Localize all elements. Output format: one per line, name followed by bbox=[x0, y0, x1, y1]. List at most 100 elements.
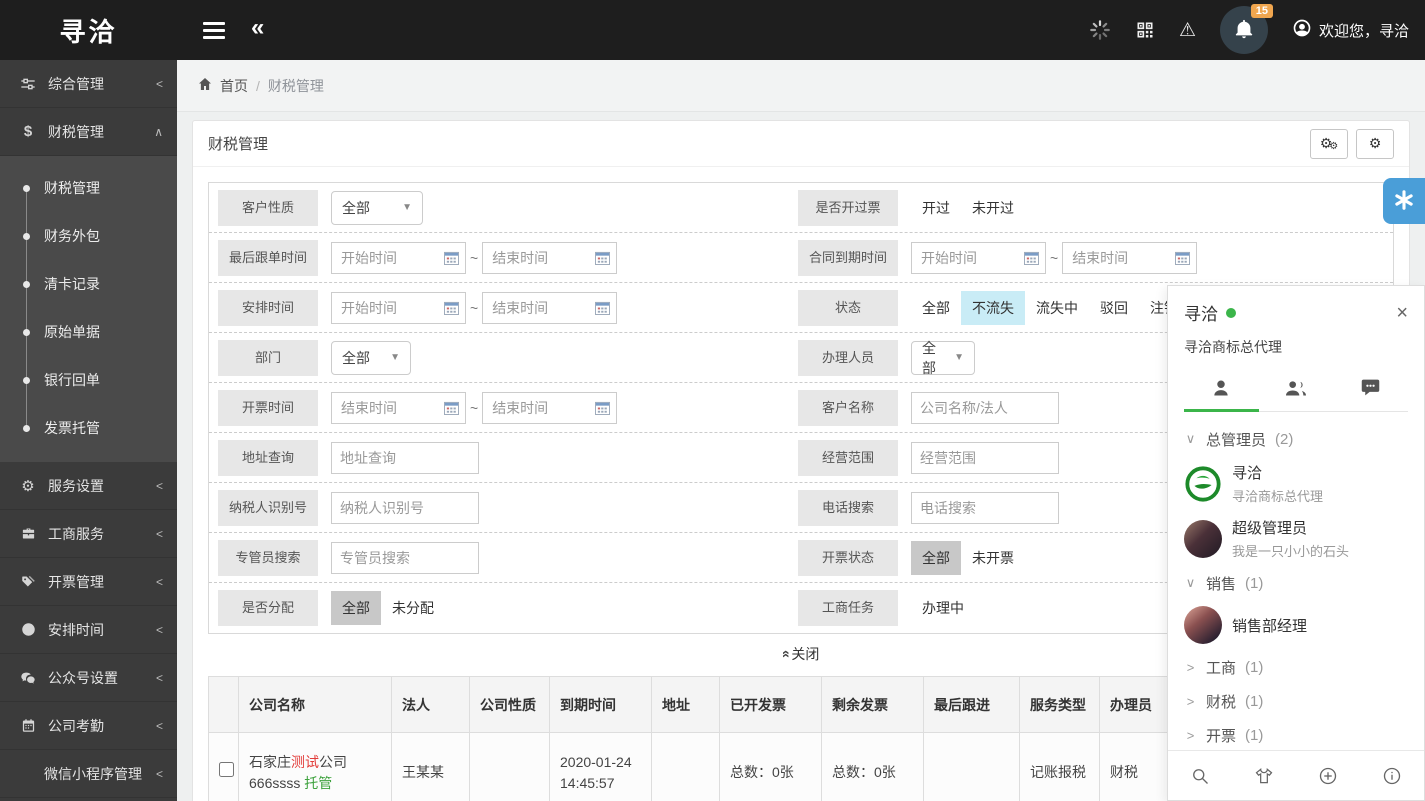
department-select[interactable]: 全部▼ bbox=[331, 341, 411, 375]
toggle-task-in-progress[interactable]: 办理中 bbox=[911, 591, 975, 625]
toggle-invoice-status-none[interactable]: 未开票 bbox=[961, 541, 1025, 575]
toggle-status-rejected[interactable]: 驳回 bbox=[1089, 291, 1139, 325]
row-checkbox[interactable] bbox=[219, 762, 234, 777]
user-menu[interactable]: 欢迎您，寻洽 bbox=[1292, 18, 1409, 42]
toggle-status-losing[interactable]: 流失中 bbox=[1025, 291, 1089, 325]
tab-groups[interactable] bbox=[1259, 367, 1334, 411]
search-icon[interactable] bbox=[1190, 766, 1210, 786]
taxpayer-id-input[interactable] bbox=[331, 492, 479, 524]
address-search-input[interactable] bbox=[331, 442, 479, 474]
avatar bbox=[1184, 465, 1222, 503]
header-remaining: 剩余发票 bbox=[822, 677, 924, 733]
calendar-mini-icon bbox=[595, 301, 610, 315]
header-company-nature: 公司性质 bbox=[470, 677, 550, 733]
cell-company-name[interactable]: 石家庄测试公司 666ssss 托管 bbox=[239, 733, 392, 801]
submenu-item-bank-receipts[interactable]: 银行回单 bbox=[0, 356, 177, 404]
cell-company-nature bbox=[470, 733, 550, 801]
group-business[interactable]: > 工商 (1) bbox=[1184, 650, 1408, 684]
filter-label-contract-expiry: 合同到期时间 bbox=[798, 240, 898, 276]
sidebar-item-general[interactable]: 综合管理 < bbox=[0, 60, 177, 108]
sidebar-item-attendance[interactable]: 公司考勤 < bbox=[0, 702, 177, 750]
toggle-assigned-all[interactable]: 全部 bbox=[331, 591, 381, 625]
sidebar-item-label: 安排时间 bbox=[48, 620, 104, 640]
sidebar-item-business-services[interactable]: 工商服务 < bbox=[0, 510, 177, 558]
filter-label-invoice-time: 开票时间 bbox=[218, 390, 318, 426]
submenu-item-invoice-custody[interactable]: 发票托管 bbox=[0, 404, 177, 452]
toggle-status-all[interactable]: 全部 bbox=[911, 291, 961, 325]
alert-icon[interactable]: ⚠ bbox=[1179, 21, 1196, 40]
app-logo[interactable]: 寻洽 bbox=[0, 12, 177, 49]
chevron-up-icon: ∧ bbox=[154, 125, 163, 139]
sidebar-item-official-account[interactable]: 公众号设置 < bbox=[0, 654, 177, 702]
collapse-sidebar-icon[interactable]: « bbox=[251, 16, 264, 40]
customer-nature-select[interactable]: 全部▼ bbox=[331, 191, 423, 225]
sidebar-item-miniprogram[interactable]: 微信小程序管理 < bbox=[0, 750, 177, 798]
notifications-button[interactable]: 15 bbox=[1220, 6, 1268, 54]
chat-dots-icon bbox=[1360, 377, 1381, 401]
contract-expiry-end-date[interactable] bbox=[1062, 242, 1197, 274]
last-follow-start-date[interactable] bbox=[331, 242, 466, 274]
close-icon[interactable]: × bbox=[1396, 303, 1408, 323]
submenu-item-outsourcing[interactable]: 财务外包 bbox=[0, 212, 177, 260]
filter-label-customer-name: 客户名称 bbox=[798, 390, 898, 426]
cell-handler: 财税 bbox=[1100, 733, 1175, 801]
spinner-icon[interactable] bbox=[1089, 19, 1111, 41]
plus-circle-icon[interactable] bbox=[1318, 766, 1338, 786]
invoice-start-date[interactable] bbox=[331, 392, 466, 424]
supervisor-search-input[interactable] bbox=[331, 542, 479, 574]
calendar-icon bbox=[18, 718, 38, 733]
calendar-mini-icon bbox=[1175, 251, 1190, 265]
phone-search-input[interactable] bbox=[911, 492, 1059, 524]
contract-expiry-start-date[interactable] bbox=[911, 242, 1046, 274]
settings-button[interactable]: ⚙ bbox=[1356, 129, 1394, 159]
cogs-button[interactable]: ⚙⚙ bbox=[1310, 129, 1348, 159]
group-admins[interactable]: ∨ 总管理员 (2) bbox=[1184, 422, 1408, 456]
filter-row-2: 最后跟单时间 ~ 合同到期时间 ~ bbox=[209, 233, 1393, 283]
submenu-item-card-records[interactable]: 清卡记录 bbox=[0, 260, 177, 308]
sidebar-item-invoicing[interactable]: 开票管理 < bbox=[0, 558, 177, 606]
schedule-start-date[interactable] bbox=[331, 292, 466, 324]
calendar-mini-icon bbox=[444, 401, 459, 415]
group-finance[interactable]: > 财税 (1) bbox=[1184, 684, 1408, 718]
caret-down-icon: ▼ bbox=[390, 352, 400, 363]
toggle-invoiced-no[interactable]: 未开过 bbox=[961, 191, 1025, 225]
last-follow-end-date[interactable] bbox=[482, 242, 617, 274]
asterisk-icon bbox=[1393, 189, 1415, 214]
filter-label-invoice-status: 开票状态 bbox=[798, 540, 898, 576]
sidebar-item-label: 微信小程序管理 bbox=[44, 764, 142, 784]
business-scope-input[interactable] bbox=[911, 442, 1059, 474]
sidebar: 综合管理 < $ 财税管理 ∧ 财税管理 财务外包 清卡记录 原始单据 银行回单… bbox=[0, 60, 177, 801]
filter-label-handler-staff: 办理人员 bbox=[798, 340, 898, 376]
header-legal-person: 法人 bbox=[392, 677, 470, 733]
filter-label-business-task: 工商任务 bbox=[798, 590, 898, 626]
group-sales[interactable]: ∨ 销售 (1) bbox=[1184, 566, 1408, 600]
info-circle-icon[interactable] bbox=[1382, 766, 1402, 786]
shirt-icon[interactable] bbox=[1254, 766, 1274, 786]
sidebar-item-schedule[interactable]: 安排时间 < bbox=[0, 606, 177, 654]
hamburger-menu-icon[interactable] bbox=[203, 22, 225, 39]
tab-contacts[interactable] bbox=[1184, 367, 1259, 411]
chat-panel: 寻洽 × 寻洽商标总代理 ∨ 总管理员 (2) bbox=[1167, 285, 1425, 801]
tab-messages[interactable] bbox=[1333, 367, 1408, 411]
member-super-admin[interactable]: 超级管理员 我是一只小小的石头 bbox=[1184, 511, 1408, 566]
member-xunqia[interactable]: 寻洽 寻洽商标总代理 bbox=[1184, 456, 1408, 511]
breadcrumb-separator: / bbox=[256, 78, 260, 94]
sidebar-item-finance-tax[interactable]: $ 财税管理 ∧ bbox=[0, 108, 177, 156]
member-sales-manager[interactable]: 销售部经理 bbox=[1184, 600, 1408, 650]
toggle-invoice-status-all[interactable]: 全部 bbox=[911, 541, 961, 575]
toggle-status-not-lost[interactable]: 不流失 bbox=[961, 291, 1025, 325]
handler-staff-select[interactable]: 全部▼ bbox=[911, 341, 975, 375]
submenu-item-finance-tax[interactable]: 财税管理 bbox=[0, 164, 177, 212]
cell-remaining: 总数：0张 bbox=[822, 733, 924, 801]
customer-name-input[interactable] bbox=[911, 392, 1059, 424]
toggle-invoiced-yes[interactable]: 开过 bbox=[911, 191, 961, 225]
submenu-item-original-docs[interactable]: 原始单据 bbox=[0, 308, 177, 356]
toggle-assigned-none[interactable]: 未分配 bbox=[381, 591, 445, 625]
breadcrumb-home[interactable]: 首页 bbox=[197, 76, 248, 96]
qr-code-icon[interactable] bbox=[1135, 20, 1155, 40]
invoice-end-date[interactable] bbox=[482, 392, 617, 424]
sidebar-item-service-settings[interactable]: ⚙ 服务设置 < bbox=[0, 462, 177, 510]
quick-action-button[interactable] bbox=[1383, 178, 1425, 224]
schedule-end-date[interactable] bbox=[482, 292, 617, 324]
group-invoicing[interactable]: > 开票 (1) bbox=[1184, 718, 1408, 750]
